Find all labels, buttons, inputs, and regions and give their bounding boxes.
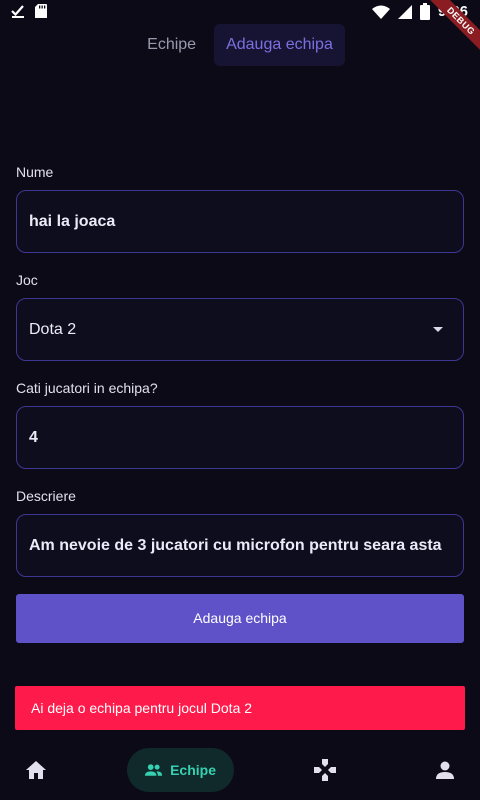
players-value: 4	[29, 428, 38, 446]
description-label: Descriere	[16, 488, 76, 504]
check-download-icon	[11, 5, 24, 18]
description-field[interactable]: Am nevoie de 3 jucatori cu microfon pent…	[16, 514, 464, 577]
battery-icon	[419, 3, 430, 20]
nav-profile[interactable]	[432, 748, 458, 792]
game-value: Dota 2	[29, 320, 77, 338]
tab-echipe[interactable]: Echipe	[135, 24, 208, 66]
wifi-icon	[371, 5, 390, 19]
name-value: hai la joaca	[29, 212, 116, 230]
dropdown-arrow-icon	[433, 327, 443, 332]
signal-icon	[397, 4, 412, 19]
status-bar-left	[10, 3, 48, 19]
players-label: Cati jucatori in echipa?	[16, 380, 158, 396]
name-field[interactable]: hai la joaca	[16, 190, 464, 253]
nav-home[interactable]	[22, 748, 50, 792]
game-dropdown[interactable]: Dota 2	[16, 298, 464, 361]
app-screen: 9:26 DEBUG Echipe Adauga echipa Nume hai…	[0, 0, 480, 800]
nav-echipe-label: Echipe	[170, 762, 216, 778]
name-label: Nume	[16, 164, 54, 180]
top-tabs: Echipe Adauga echipa	[0, 24, 480, 66]
nav-games[interactable]	[312, 748, 338, 792]
status-bar: 9:26 DEBUG	[0, 0, 480, 58]
sd-card-icon	[35, 4, 47, 18]
description-value: Am nevoie de 3 jucatori cu microfon pent…	[29, 536, 442, 554]
nav-echipe[interactable]: Echipe	[127, 748, 234, 792]
add-team-button[interactable]: Adauga echipa	[16, 594, 464, 643]
group-icon	[145, 764, 163, 776]
person-icon	[436, 761, 454, 779]
gamepad-icon	[314, 759, 336, 781]
tab-adauga-echipa[interactable]: Adauga echipa	[214, 24, 345, 66]
game-label: Joc	[16, 272, 38, 288]
error-snackbar: Ai deja o echipa pentru jocul Dota 2	[15, 686, 465, 730]
bottom-nav: Echipe	[0, 740, 480, 800]
players-field[interactable]: 4	[16, 406, 464, 469]
home-icon	[26, 761, 46, 779]
